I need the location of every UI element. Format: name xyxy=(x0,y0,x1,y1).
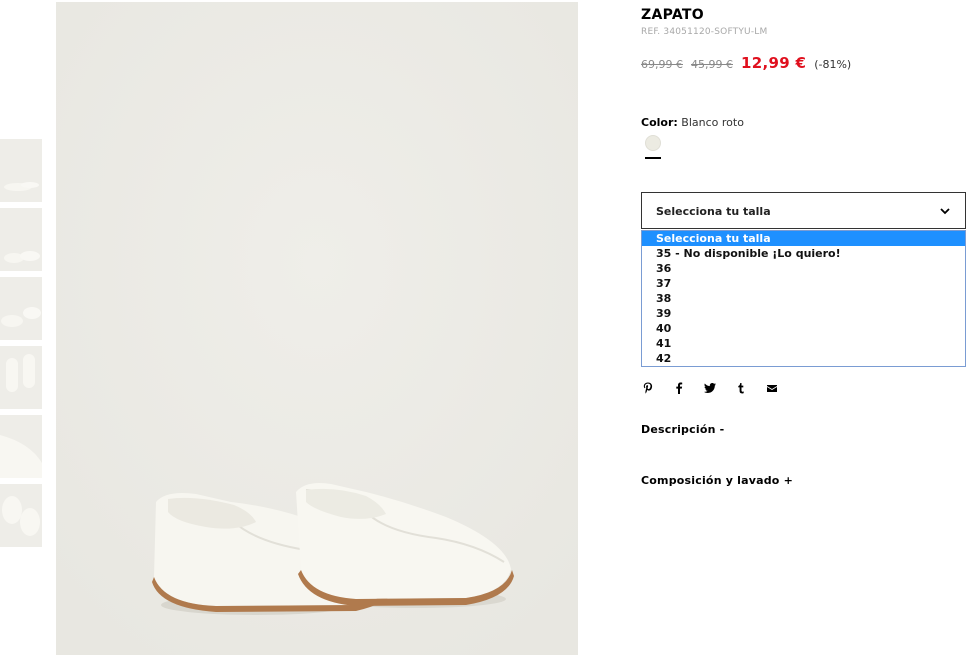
thumbnail-5[interactable] xyxy=(0,415,42,478)
price-current: 12,99 € xyxy=(741,54,807,72)
price-original: 69,99 € xyxy=(641,58,683,71)
price-previous: 45,99 € xyxy=(691,58,733,71)
size-option[interactable]: 41 xyxy=(642,336,965,351)
twitter-icon[interactable] xyxy=(703,381,717,395)
color-swatch[interactable] xyxy=(645,135,661,151)
size-options-list: Selecciona tu talla 35 - No disponible ¡… xyxy=(641,230,966,367)
color-value: Blanco roto xyxy=(677,116,744,129)
size-option[interactable]: 42 xyxy=(642,351,965,366)
social-share xyxy=(641,377,791,395)
tumblr-icon[interactable] xyxy=(734,381,748,395)
size-option[interactable]: Selecciona tu talla xyxy=(642,231,965,246)
email-icon[interactable] xyxy=(765,381,779,395)
pinterest-icon[interactable] xyxy=(641,381,655,395)
description-toggle[interactable]: Descripción - xyxy=(641,423,724,436)
price-row: 69,99 € 45,99 € 12,99 € (-81%) xyxy=(641,53,851,72)
discount-badge: (-81%) xyxy=(814,58,852,71)
color-label: Color: xyxy=(641,116,678,129)
thumbnail-4[interactable] xyxy=(0,346,42,409)
size-option[interactable]: 39 xyxy=(642,306,965,321)
size-option[interactable]: 35 - No disponible ¡Lo quiero! xyxy=(642,246,965,261)
color-row: Color: Blanco roto xyxy=(641,116,744,129)
product-main-image xyxy=(56,2,578,655)
product-ref: REF. 34051120-SOFTYU-LM xyxy=(641,27,768,37)
thumbnail-list xyxy=(0,139,42,553)
size-option[interactable]: 38 xyxy=(642,291,965,306)
size-option[interactable]: 37 xyxy=(642,276,965,291)
thumbnail-2[interactable] xyxy=(0,208,42,271)
chevron-down-icon xyxy=(940,208,950,215)
thumbnail-1[interactable] xyxy=(0,139,42,202)
swatch-selected-indicator xyxy=(645,157,661,159)
facebook-icon[interactable] xyxy=(672,381,686,395)
product-title: ZAPATO xyxy=(641,7,704,23)
size-option[interactable]: 40 xyxy=(642,321,965,336)
size-select[interactable]: Selecciona tu talla xyxy=(641,192,966,229)
composition-toggle[interactable]: Composición y lavado + xyxy=(641,474,793,487)
thumbnail-3[interactable] xyxy=(0,277,42,340)
size-select-value: Selecciona tu talla xyxy=(656,205,771,218)
thumbnail-6[interactable] xyxy=(0,484,42,547)
size-option[interactable]: 36 xyxy=(642,261,965,276)
